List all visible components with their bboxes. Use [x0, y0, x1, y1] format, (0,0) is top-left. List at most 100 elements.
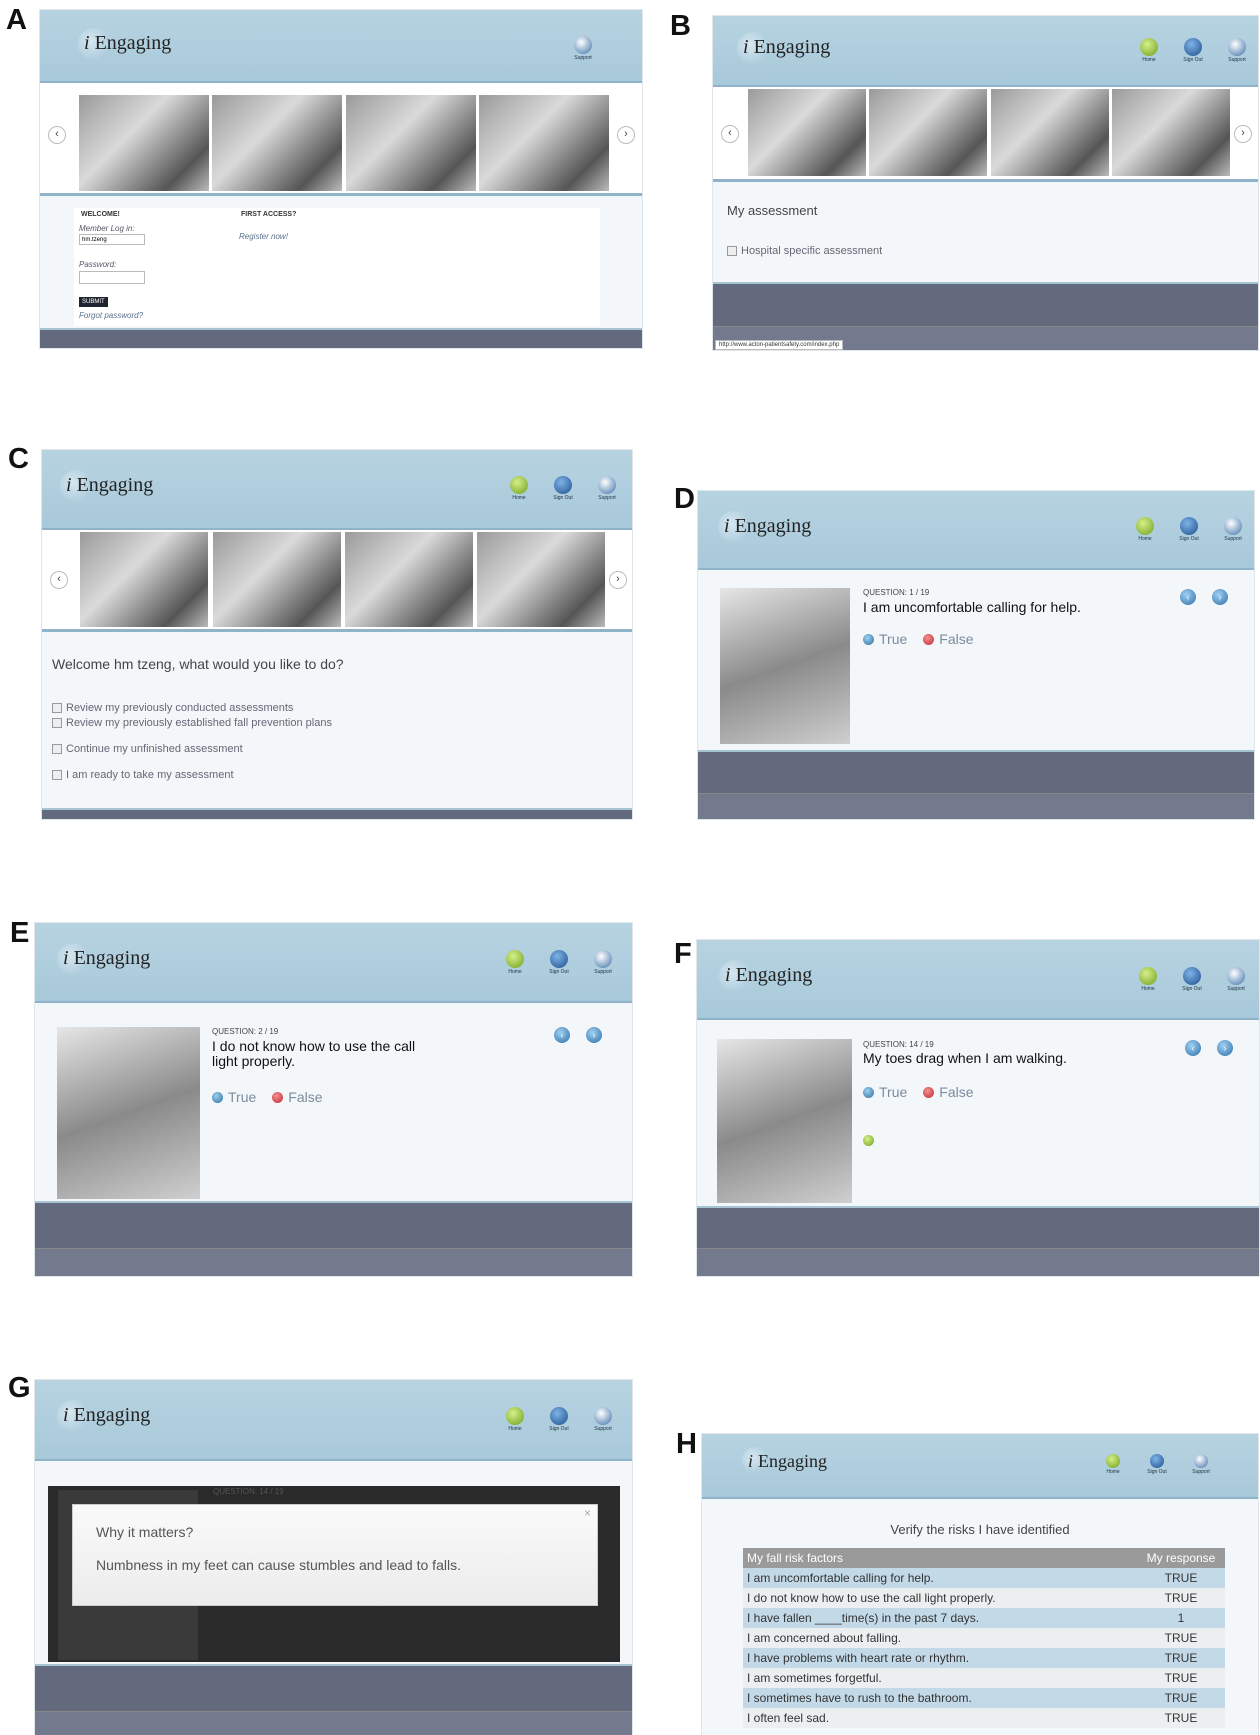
home-button[interactable]: Home	[1133, 967, 1163, 992]
continue-assessment-link[interactable]: Continue my unfinished assessment	[52, 743, 243, 755]
footer	[40, 328, 642, 348]
carousel-photo	[79, 95, 209, 191]
table-row: I do not know how to use the call light …	[743, 1588, 1225, 1608]
review-plans-link[interactable]: Review my previously established fall pr…	[52, 717, 332, 729]
home-button[interactable]: Home	[1130, 517, 1160, 542]
home-icon	[506, 1407, 524, 1425]
carousel-photo	[213, 532, 341, 627]
carousel-next-button[interactable]: ›	[609, 571, 627, 589]
image-carousel: ‹ ›	[42, 530, 632, 632]
support-button[interactable]: Support	[588, 1407, 618, 1432]
home-button[interactable]: Home	[1098, 1454, 1128, 1475]
sign-out-button[interactable]: Sign Out	[1178, 38, 1208, 63]
footer-bottom	[697, 1248, 1259, 1276]
column-header-factor: My fall risk factors	[743, 1548, 1137, 1568]
table-row: I sometimes have to rush to the bathroom…	[743, 1688, 1225, 1708]
submit-button[interactable]: SUBMIT	[79, 297, 108, 307]
answer-true-button[interactable]: True	[212, 1089, 256, 1105]
answer-true-button[interactable]: True	[863, 631, 907, 647]
sign-out-button[interactable]: Sign Out	[544, 1407, 574, 1432]
next-question-button[interactable]: ›	[1217, 1040, 1233, 1056]
sign-out-button[interactable]: Sign Out	[544, 950, 574, 975]
header: i Engaging Home Sign Out Support	[702, 1434, 1258, 1499]
password-input[interactable]	[79, 271, 145, 284]
support-button[interactable]: Support	[1186, 1454, 1216, 1475]
previous-question-button[interactable]: ‹	[554, 1027, 570, 1043]
username-input[interactable]	[79, 234, 145, 245]
home-button[interactable]: Home	[500, 1407, 530, 1432]
answer-true-button[interactable]: True	[863, 1084, 907, 1100]
screen-login: i Engaging Support ‹ › WELCOME! Member Lo…	[40, 10, 642, 348]
document-icon	[727, 246, 737, 256]
table-row: I am uncomfortable calling for help. TRUE	[743, 1568, 1225, 1588]
support-button[interactable]: Support	[1221, 967, 1251, 992]
screen-verify-risks: i Engaging Home Sign Out Support Verify t…	[702, 1434, 1258, 1735]
false-icon	[923, 634, 935, 645]
sign-out-button[interactable]: Sign Out	[1174, 517, 1204, 542]
logo: i Engaging	[718, 511, 811, 543]
carousel-photo	[991, 89, 1109, 176]
login-box: WELCOME! Member Log in: Password: SUBMIT…	[74, 208, 600, 326]
previous-question-button[interactable]: ‹	[1180, 589, 1196, 605]
carousel-next-button[interactable]: ›	[617, 126, 635, 144]
carousel-prev-button[interactable]: ‹	[50, 571, 68, 589]
info-icon[interactable]	[863, 1135, 874, 1146]
header: i Engaging Home Sign Out Support	[698, 491, 1254, 570]
support-icon	[598, 476, 616, 494]
sign-out-button[interactable]: Sign Out	[548, 476, 578, 501]
next-question-button[interactable]: ›	[586, 1027, 602, 1043]
carousel-prev-button[interactable]: ‹	[48, 126, 66, 144]
support-button[interactable]: Support	[1218, 517, 1248, 542]
answer-false-button[interactable]: False	[923, 1084, 974, 1100]
header: i Engaging Home Sign Out Support	[35, 1380, 632, 1461]
modal-overlay: QUESTION: 14 / 19 × Why it matters? Numb…	[48, 1486, 620, 1662]
home-button[interactable]: Home	[504, 476, 534, 501]
sign-out-button[interactable]: Sign Out	[1177, 967, 1207, 992]
support-icon	[1224, 517, 1242, 535]
carousel-photo	[748, 89, 866, 176]
modal-body: Numbness in my feet can cause stumbles a…	[96, 1557, 461, 1573]
status-url: http://www.acton-patientsafety.com/index…	[715, 340, 844, 350]
answer-false-button[interactable]: False	[923, 631, 974, 647]
support-button[interactable]: Support	[1222, 38, 1252, 63]
support-button[interactable]: Support	[568, 36, 598, 61]
support-icon	[574, 36, 592, 54]
review-assessments-link[interactable]: Review my previously conducted assessmen…	[52, 702, 293, 714]
footer-bottom	[35, 1248, 632, 1276]
support-button[interactable]: Support	[588, 950, 618, 975]
previous-question-button[interactable]: ‹	[1185, 1040, 1201, 1056]
table-row: I have fallen ____time(s) in the past 7 …	[743, 1608, 1225, 1628]
risk-table: My fall risk factors My response I am un…	[743, 1548, 1225, 1728]
header: i Engaging Home Sign Out Support	[713, 16, 1258, 87]
carousel-photo	[80, 532, 208, 627]
start-assessment-link[interactable]: I am ready to take my assessment	[52, 769, 234, 781]
answer-false-button[interactable]: False	[272, 1089, 323, 1105]
hospital-assessment-link[interactable]: Hospital specific assessment	[727, 245, 882, 257]
carousel-prev-button[interactable]: ‹	[721, 125, 739, 143]
question-photo	[717, 1039, 852, 1203]
home-icon	[1136, 517, 1154, 535]
screen-question-2: i Engaging Home Sign Out Support QUESTION…	[35, 923, 632, 1276]
home-button[interactable]: Home	[500, 950, 530, 975]
carousel-photo	[869, 89, 987, 176]
home-button[interactable]: Home	[1134, 38, 1164, 63]
footer	[35, 1201, 632, 1250]
carousel-next-button[interactable]: ›	[1234, 125, 1252, 143]
sign-out-button[interactable]: Sign Out	[1142, 1454, 1172, 1475]
question-photo	[57, 1027, 200, 1199]
sign-out-icon	[1183, 967, 1201, 985]
question-number: QUESTION: 14 / 19	[863, 1040, 934, 1049]
support-button[interactable]: Support	[592, 476, 622, 501]
table-row: I have problems with heart rate or rhyth…	[743, 1648, 1225, 1668]
logo: i Engaging	[737, 32, 830, 64]
question-photo	[720, 588, 850, 744]
logo: i Engaging	[57, 1400, 150, 1432]
register-link[interactable]: Register now!	[239, 232, 288, 241]
close-icon[interactable]: ×	[584, 1506, 591, 1520]
document-icon	[52, 770, 62, 780]
first-access-heading: FIRST ACCESS?	[241, 211, 297, 218]
forgot-password-link[interactable]: Forgot password?	[79, 311, 143, 320]
header: i Engaging Support	[40, 10, 642, 83]
welcome-heading: WELCOME!	[81, 211, 120, 218]
next-question-button[interactable]: ›	[1212, 589, 1228, 605]
